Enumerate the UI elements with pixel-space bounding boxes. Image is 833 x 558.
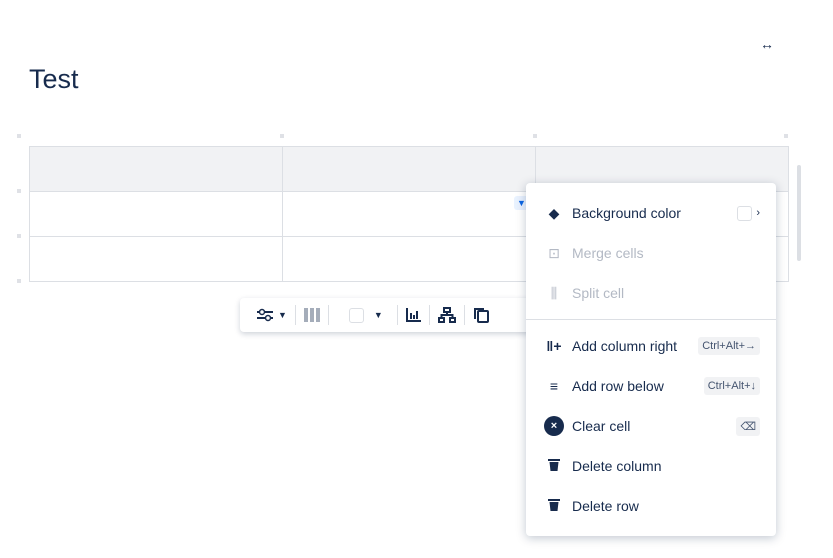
color-swatch xyxy=(348,307,364,323)
table-corner-handle[interactable] xyxy=(17,134,21,138)
hierarchy-button[interactable] xyxy=(430,298,464,332)
merge-cells-icon: ⊡ xyxy=(548,244,560,261)
expand-width-icon[interactable]: ↔ xyxy=(760,36,774,52)
table-cell[interactable] xyxy=(282,191,536,237)
menu-item-background-color[interactable]: ◆ Background color › xyxy=(526,193,776,233)
menu-item-merge-cells: ⊡ Merge cells xyxy=(526,233,776,273)
hierarchy-icon xyxy=(437,307,456,323)
cell-color-button[interactable]: ▼ xyxy=(329,298,397,332)
cell-context-menu: ◆ Background color › ⊡ Merge cells ⫼ Split c… xyxy=(526,183,776,536)
shortcut-badge: ⌫ xyxy=(736,416,760,436)
table-cell[interactable] xyxy=(29,191,283,237)
scrollbar[interactable] xyxy=(797,165,801,261)
distribute-columns-button xyxy=(296,298,328,332)
color-swatch xyxy=(737,205,753,221)
row-handle[interactable] xyxy=(17,189,21,193)
chevron-down-icon: ▼ xyxy=(278,310,287,320)
table-cell[interactable] xyxy=(282,236,536,282)
split-cell-icon: ⫼ xyxy=(550,284,558,301)
chevron-down-icon: ▼ xyxy=(373,310,383,320)
paint-bucket-icon: ◆ xyxy=(548,204,560,221)
table-toolbar: ▼ ▼ xyxy=(240,298,540,332)
menu-item-delete-row[interactable]: Delete row xyxy=(526,486,776,526)
add-row-icon: ≡ xyxy=(549,378,559,394)
sliders-icon xyxy=(257,308,273,322)
column-handle[interactable] xyxy=(533,134,537,138)
chart-icon xyxy=(405,308,421,322)
column-handle[interactable] xyxy=(784,134,788,138)
menu-item-split-cell: ⫼ Split cell xyxy=(526,273,776,313)
menu-item-add-row-below[interactable]: ≡ Add row below Ctrl+Alt+↓ xyxy=(526,366,776,406)
menu-item-add-column-right[interactable]: ‖+ Add column right Ctrl+Alt+→ xyxy=(526,326,776,366)
chevron-right-icon: › xyxy=(756,207,760,219)
table-header-cell[interactable] xyxy=(29,146,283,192)
menu-item-delete-column[interactable]: Delete column xyxy=(526,446,776,486)
menu-divider xyxy=(526,319,776,320)
column-handle[interactable] xyxy=(280,134,284,138)
table-cell[interactable] xyxy=(29,236,283,282)
copy-icon xyxy=(473,308,489,323)
row-handle[interactable] xyxy=(17,279,21,283)
page-title: Test xyxy=(29,64,79,94)
shortcut-badge: Ctrl+Alt+→ xyxy=(698,337,760,355)
menu-item-clear-cell[interactable]: × Clear cell ⌫ xyxy=(526,406,776,446)
columns-icon xyxy=(303,308,320,322)
trash-icon xyxy=(544,458,564,474)
trash-icon xyxy=(544,498,564,514)
table-header-cell[interactable] xyxy=(282,146,536,192)
insert-chart-button[interactable] xyxy=(398,298,429,332)
clear-icon: × xyxy=(544,416,564,436)
copy-button[interactable] xyxy=(465,298,497,332)
row-handle[interactable] xyxy=(17,234,21,238)
shortcut-badge: Ctrl+Alt+↓ xyxy=(703,377,760,395)
table-options-button[interactable]: ▼ xyxy=(248,298,295,332)
add-column-icon: ‖+ xyxy=(546,338,562,354)
